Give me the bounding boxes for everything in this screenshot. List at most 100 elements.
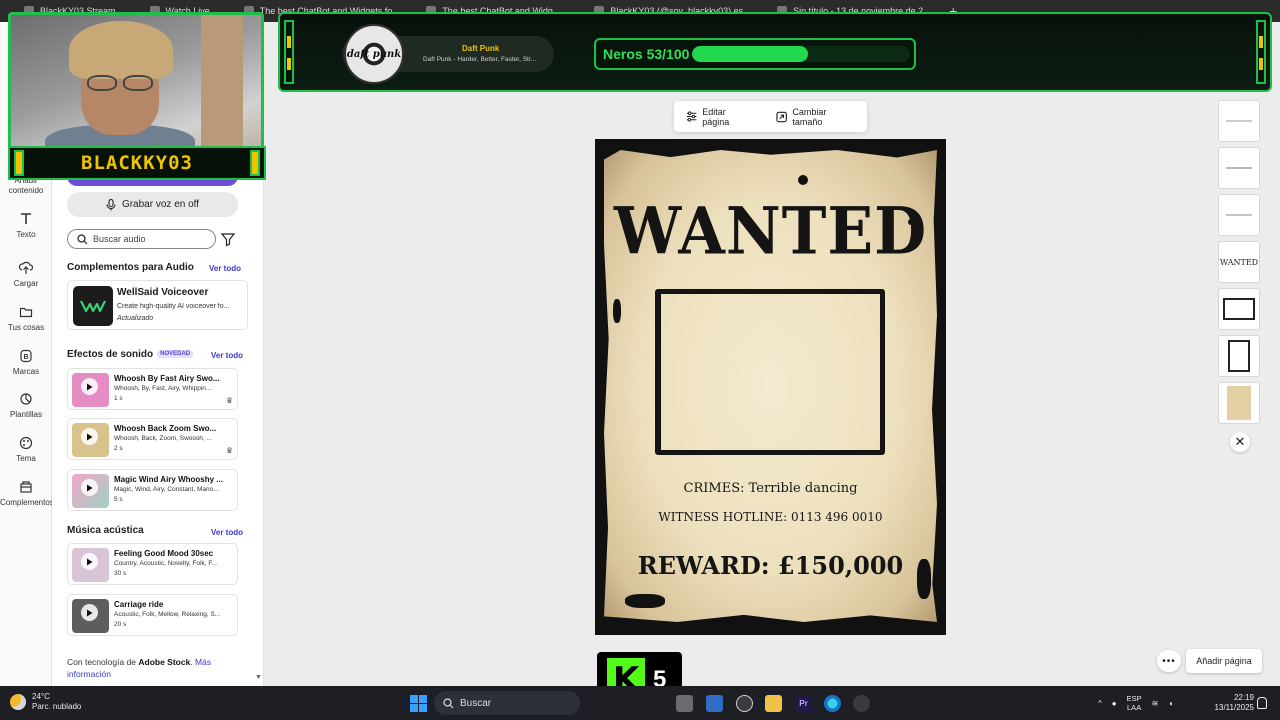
sfx-tags: Whoosh, Back, Zoom, Swoosh, ... — [114, 435, 212, 442]
sfx-see-all-link[interactable]: Ver todo — [211, 351, 243, 360]
taskbar-search[interactable]: Buscar — [434, 691, 580, 715]
wellsaid-logo-icon — [80, 300, 106, 313]
addons-see-all-link[interactable]: Ver todo — [209, 264, 241, 273]
premium-crown-icon: ♛ — [225, 396, 233, 405]
music-see-all-link[interactable]: Ver todo — [211, 528, 243, 537]
music-duration: 30 s — [114, 570, 127, 577]
brand-icon: B — [19, 349, 33, 363]
premium-crown-icon: ♛ — [225, 446, 233, 455]
goal-progress-fill — [692, 46, 808, 62]
music-item[interactable]: Carriage ride Acoustic, Folk, Mellow, Re… — [67, 594, 238, 636]
edit-page-button[interactable]: Editar página — [674, 101, 764, 132]
play-icon[interactable] — [81, 428, 98, 445]
notification-bell-icon[interactable] — [1257, 697, 1267, 709]
add-page-button[interactable]: Añadir página — [1186, 649, 1262, 673]
sfx-tags: Whoosh, By, Fast, Airy, Whippin... — [114, 385, 212, 392]
rail-templates[interactable]: Plantillas — [0, 392, 52, 420]
music-item[interactable]: Feeling Good Mood 30sec Country, Acousti… — [67, 543, 238, 585]
sfx-item[interactable]: Whoosh By Fast Airy Swo... Whoosh, By, F… — [67, 368, 238, 410]
weather-widget[interactable]: 24°C Parc. nublado — [10, 692, 81, 712]
goal-label: Neros 53/100 — [603, 46, 690, 62]
text-icon — [19, 212, 33, 226]
sliders-icon — [686, 111, 697, 122]
photo-frame[interactable] — [655, 289, 885, 455]
more-options-icon[interactable]: ••• — [1157, 650, 1181, 672]
language-indicator[interactable]: ESP LAA — [1127, 694, 1142, 712]
record-voiceover-button[interactable]: Grabar voz en off — [67, 192, 238, 217]
rail-theme[interactable]: Tema — [0, 436, 52, 464]
streamer-name-bar: BLACKKY03 — [8, 146, 266, 180]
audio-search-input[interactable]: Buscar audio — [67, 229, 216, 249]
media-player-icon[interactable] — [736, 695, 753, 712]
microphone-icon[interactable]: ● — [1112, 699, 1117, 708]
rail-upload[interactable]: Cargar — [0, 261, 52, 289]
scroll-down-icon[interactable]: ▼ — [255, 674, 262, 681]
sfx-duration: 2 s — [114, 445, 123, 452]
page-thumbnail[interactable] — [1218, 100, 1260, 142]
music-title: Feeling Good Mood 30sec — [114, 549, 214, 558]
palette-icon — [19, 436, 33, 450]
music-title: Carriage ride — [114, 600, 164, 609]
sfx-duration: 1 s — [114, 395, 123, 402]
wellsaid-description: Create high-quality AI voiceover fo... — [117, 303, 230, 310]
page-thumbnail[interactable] — [1218, 335, 1260, 377]
page-thumbnail[interactable] — [1218, 382, 1260, 424]
streamer-name: BLACKKY03 — [81, 152, 193, 174]
volume-icon[interactable]: ◖ — [1168, 699, 1173, 708]
taskbar-app-icon[interactable] — [676, 695, 693, 712]
page-thumbnail[interactable]: WANTED — [1218, 241, 1260, 283]
play-icon[interactable] — [81, 479, 98, 496]
edge-browser-icon[interactable] — [824, 695, 841, 712]
search-icon — [77, 233, 88, 244]
now-playing-track: Daft Punk - Harder, Better, Faster, Str.… — [423, 56, 537, 63]
filter-icon[interactable] — [220, 231, 236, 247]
stream-overlay-bar: daft punk Daft Punk Daft Punk - Harder, … — [278, 12, 1272, 92]
play-icon[interactable] — [81, 604, 98, 621]
now-playing-artist: Daft Punk — [462, 44, 500, 53]
sfx-title: Magic Wind Airy Whooshy ... — [114, 475, 223, 484]
new-badge: NOVEDAD — [157, 350, 194, 358]
premiere-pro-icon[interactable]: Pr — [795, 695, 812, 712]
music-duration: 20 s — [114, 621, 127, 628]
resize-button[interactable]: Cambiar tamaño — [764, 101, 867, 132]
album-art: daft punk — [344, 24, 404, 84]
poster-hotline-text[interactable]: WITNESS HOTLINE: 0113 496 0010 — [595, 510, 946, 524]
wellsaid-title: WellSaid Voiceover — [117, 287, 209, 298]
windows-start-icon[interactable] — [410, 695, 427, 712]
rail-brands[interactable]: B Marcas — [0, 349, 52, 377]
rail-your-stuff[interactable]: Tus cosas — [0, 305, 52, 333]
rail-text[interactable]: Texto — [0, 212, 52, 240]
play-icon[interactable] — [81, 378, 98, 395]
sfx-item[interactable]: Magic Wind Airy Whooshy ... Magic, Wind,… — [67, 469, 238, 511]
poster-heading[interactable]: WANTED — [595, 194, 946, 270]
sfx-title: Whoosh Back Zoom Swo... — [114, 424, 217, 433]
poster-crimes-text[interactable]: CRIMES: Terrible dancing — [595, 481, 946, 496]
upload-icon — [18, 261, 34, 275]
partly-cloudy-icon — [10, 694, 26, 710]
wanted-poster-page[interactable]: WANTED CRIMES: Terrible dancing WITNESS … — [595, 139, 946, 635]
sfx-title: Whoosh By Fast Airy Swo... — [114, 374, 220, 383]
wellsaid-card[interactable]: WellSaid Voiceover Create high-quality A… — [67, 280, 248, 330]
sfx-tags: Magic, Wind, Airy, Constant, Mano... — [114, 486, 219, 493]
wellsaid-status: Actualizado — [117, 315, 154, 322]
close-icon[interactable]: ✕ — [1230, 432, 1250, 452]
page-thumbnail[interactable] — [1218, 288, 1260, 330]
file-explorer-icon[interactable] — [765, 695, 782, 712]
page-thumbnail[interactable] — [1218, 147, 1260, 189]
templates-icon — [19, 392, 33, 406]
ink-splatter — [613, 299, 621, 323]
wellsaid-logo — [73, 286, 113, 326]
poster-reward-text[interactable]: REWARD: £150,000 — [595, 551, 946, 580]
rail-addons[interactable]: Complementos — [0, 480, 54, 508]
wifi-icon[interactable]: ≋ — [1152, 699, 1159, 708]
svg-text:B: B — [23, 354, 28, 361]
addons-section-title: Complementos para Audio — [67, 262, 194, 273]
sfx-item[interactable]: Whoosh Back Zoom Swo... Whoosh, Back, Zo… — [67, 418, 238, 460]
settings-icon[interactable] — [853, 695, 870, 712]
chevron-up-icon[interactable]: ^ — [1098, 699, 1102, 708]
taskbar-clock[interactable]: 22:19 13/11/2025 — [1206, 693, 1254, 713]
taskbar-app-icon[interactable] — [706, 695, 723, 712]
music-tags: Acoustic, Folk, Mellow, Relaxing, S... — [114, 611, 221, 618]
play-icon[interactable] — [81, 553, 98, 570]
page-thumbnail[interactable] — [1218, 194, 1260, 236]
